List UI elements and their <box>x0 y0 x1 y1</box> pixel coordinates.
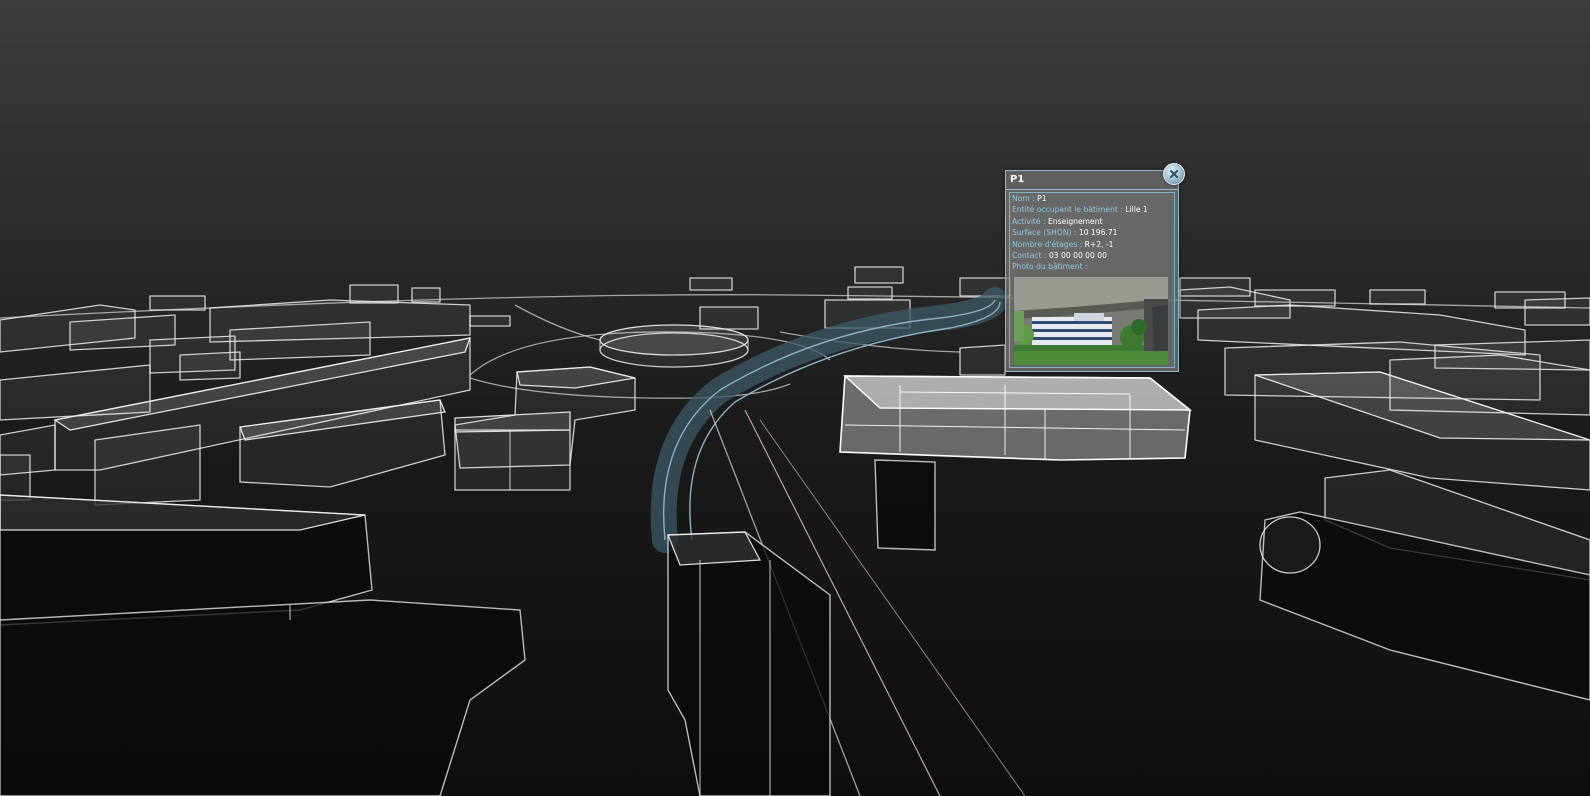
info-label: Activité : <box>1012 216 1046 226</box>
info-value: 10 196.71 <box>1078 228 1118 238</box>
info-row-photo: Photo du bâtiment : <box>1010 261 1174 272</box>
l-shaped-building <box>454 366 636 491</box>
annex-building <box>874 459 936 551</box>
info-row-floors: Nombre d'étages : R+2, -1 <box>1010 239 1174 250</box>
info-label: Surface (SHON) : <box>1012 228 1077 238</box>
roundabout <box>599 324 749 368</box>
building-info-popup: P1 Nom : P1 Entité occupant le bâtiment … <box>1005 170 1179 372</box>
popup-body: Nom : P1 Entité occupant le bâtiment : L… <box>1009 192 1175 368</box>
building-photo <box>1014 277 1168 365</box>
access-road <box>514 304 601 341</box>
selected-building-p1[interactable] <box>839 375 1193 551</box>
info-row-entity: Entité occupant le bâtiment : Lille 1 <box>1010 204 1174 215</box>
info-label: Nom : <box>1012 194 1035 203</box>
info-label: Nombre d'étages : <box>1012 239 1083 249</box>
info-row-contact: Contact : 03 00 00 00 00 <box>1010 250 1174 261</box>
info-value: Enseignement <box>1047 216 1103 226</box>
close-popup-button[interactable] <box>1163 163 1185 185</box>
popup-title: P1 <box>1006 171 1178 190</box>
3d-city-view[interactable]: P1 Nom : P1 Entité occupant le bâtiment … <box>0 0 1590 796</box>
left-buildings <box>0 299 471 506</box>
info-label: Contact : <box>1012 251 1047 261</box>
info-value: Lille 1 <box>1125 205 1148 215</box>
info-value: 03 00 00 00 00 <box>1048 251 1107 261</box>
info-row-activity: Activité : Enseignement <box>1010 216 1174 227</box>
info-value: P1 <box>1037 194 1047 203</box>
close-icon <box>1170 170 1178 178</box>
info-value: R+2, -1 <box>1084 239 1114 249</box>
info-row-surface: Surface (SHON) : 10 196.71 <box>1010 227 1174 238</box>
info-row-name: Nom : P1 <box>1010 193 1174 204</box>
info-label: Entité occupant le bâtiment : <box>1012 205 1123 215</box>
foreground-left-buildings <box>0 494 526 796</box>
city-wireframe <box>0 266 1590 796</box>
info-label: Photo du bâtiment : <box>1012 262 1088 272</box>
